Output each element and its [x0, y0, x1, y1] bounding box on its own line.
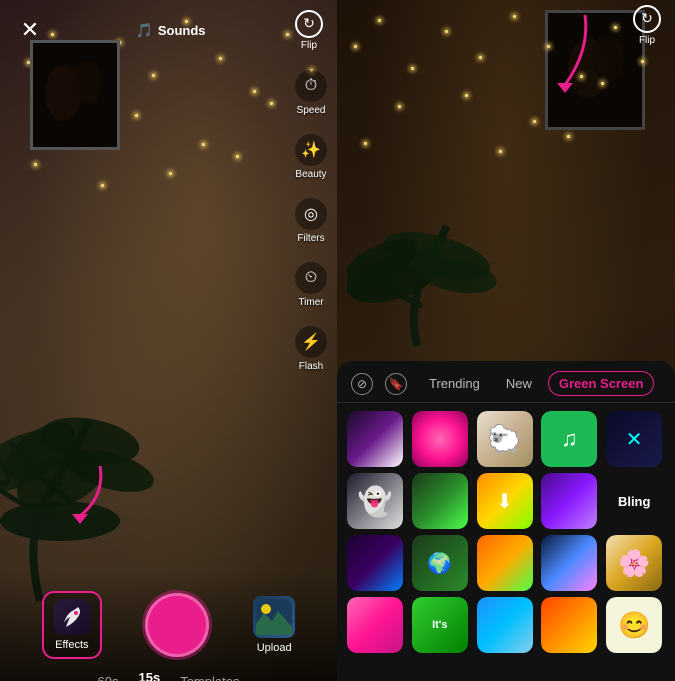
flip-label-left: Flip — [301, 40, 317, 51]
effects-button[interactable]: Effects — [42, 591, 102, 659]
filters-control[interactable]: ◎ Filters — [295, 198, 327, 244]
effects-tabs: ⊘ 🔖 Trending New Green Screen — [337, 361, 675, 403]
effect-6[interactable]: 👻 — [347, 473, 403, 529]
tab-green-screen[interactable]: Green Screen — [548, 371, 655, 396]
effect-12[interactable]: 🌍 — [412, 535, 468, 591]
duration-15s-container: 15s — [139, 669, 161, 681]
effects-icon — [54, 599, 90, 635]
speed-icon: ⏱ — [295, 70, 327, 102]
camera-controls: ⏱ Speed ✨ Beauty ◎ Filters ⏲ Timer ⚡ Fla… — [295, 70, 327, 372]
left-camera-panel: ✕ 🎵 Sounds ↻ Flip ⏱ Speed ✨ Beauty ◎ Fil… — [0, 0, 337, 681]
shutter-button[interactable] — [145, 593, 209, 657]
effect-10[interactable]: Bling — [606, 473, 662, 529]
speed-label: Speed — [297, 105, 326, 116]
upload-icon — [253, 596, 295, 638]
duration-60s[interactable]: 60s — [98, 674, 119, 681]
effect-16[interactable] — [347, 597, 403, 653]
timer-icon: ⏲ — [295, 262, 327, 294]
beauty-icon: ✨ — [295, 134, 327, 166]
tab-saved[interactable]: 🔖 — [385, 373, 407, 395]
timer-control[interactable]: ⏲ Timer — [295, 262, 327, 308]
flash-icon: ⚡ — [295, 326, 327, 358]
flash-label: Flash — [299, 361, 323, 372]
flip-label-right: Flip — [639, 35, 655, 46]
effect-14[interactable] — [541, 535, 597, 591]
effect-3[interactable]: 🐑 — [477, 411, 533, 467]
top-bar-right: ↻ Flip — [337, 0, 675, 50]
effect-5[interactable]: ✕ — [606, 411, 662, 467]
flip-icon-right: ↻ — [633, 5, 661, 33]
flip-icon: ↻ — [295, 10, 323, 38]
tab-no-effect[interactable]: ⊘ — [351, 373, 373, 395]
effect-9[interactable] — [541, 473, 597, 529]
capture-row: Effects Upload — [0, 581, 337, 669]
effect-1[interactable] — [347, 411, 403, 467]
flip-button-left[interactable]: ↻ Flip — [295, 10, 323, 51]
beauty-control[interactable]: ✨ Beauty — [295, 134, 327, 180]
effect-19[interactable] — [541, 597, 597, 653]
music-icon: 🎵 — [135, 22, 152, 39]
tab-new[interactable]: New — [496, 372, 542, 395]
effect-7[interactable] — [412, 473, 468, 529]
pink-arrow-right — [525, 10, 595, 105]
flip-button-right[interactable]: ↻ Flip — [633, 5, 661, 46]
duration-templates[interactable]: Templates — [180, 674, 239, 681]
timer-label: Timer — [298, 297, 323, 308]
sounds-button[interactable]: 🎵 Sounds — [135, 22, 205, 39]
filters-label: Filters — [297, 233, 324, 244]
effect-8[interactable]: ⬇ — [477, 473, 533, 529]
bottom-bar-left: Effects Upload 60s 15s — [0, 571, 337, 681]
effect-17[interactable]: It's — [412, 597, 468, 653]
filters-icon: ◎ — [295, 198, 327, 230]
sounds-label: Sounds — [158, 23, 206, 38]
duration-15s[interactable]: 15s — [139, 670, 161, 681]
tab-trending[interactable]: Trending — [419, 372, 490, 395]
effect-20[interactable]: 😊 — [606, 597, 662, 653]
speed-control[interactable]: ⏱ Speed — [295, 70, 327, 116]
upload-button[interactable]: Upload — [253, 596, 295, 654]
effects-label: Effects — [55, 639, 88, 651]
effect-13[interactable] — [477, 535, 533, 591]
close-button[interactable]: ✕ — [14, 14, 46, 46]
right-effects-panel: ↻ Flip ⊘ 🔖 Trending New Green Screen 🐑 ♫… — [337, 0, 675, 681]
effect-11[interactable] — [347, 535, 403, 591]
pink-arrow-left — [50, 456, 110, 531]
duration-row: 60s 15s Templates — [0, 669, 337, 681]
effect-18[interactable] — [477, 597, 533, 653]
top-bar-left: ✕ 🎵 Sounds ↻ Flip — [0, 0, 337, 60]
beauty-label: Beauty — [295, 169, 326, 180]
effect-2[interactable] — [412, 411, 468, 467]
effects-panel: ⊘ 🔖 Trending New Green Screen 🐑 ♫ ✕ 👻 ⬇ … — [337, 361, 675, 681]
effect-4[interactable]: ♫ — [541, 411, 597, 467]
plant-right — [347, 156, 527, 356]
flash-control[interactable]: ⚡ Flash — [295, 326, 327, 372]
upload-label: Upload — [257, 642, 292, 654]
effects-grid: 🐑 ♫ ✕ 👻 ⬇ Bling 🌍 🌸 It's 😊 — [337, 403, 675, 661]
effect-15[interactable]: 🌸 — [606, 535, 662, 591]
